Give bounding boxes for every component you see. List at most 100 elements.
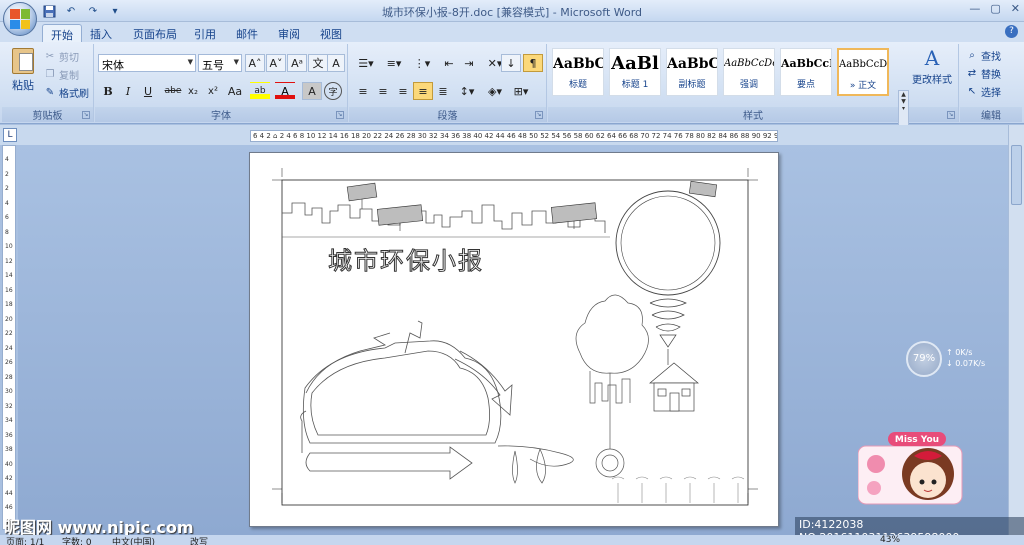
vertical-ruler-tick: 6 bbox=[5, 214, 9, 221]
vertical-ruler-tick: 32 bbox=[5, 402, 13, 410]
align-left-icon[interactable]: ≡ bbox=[353, 82, 373, 100]
scissors-icon: ✂ bbox=[45, 51, 55, 62]
decrease-indent-icon[interactable]: ⇤ bbox=[439, 54, 459, 72]
tab-view[interactable]: 视图 bbox=[312, 24, 350, 42]
style-heading-1[interactable]: AaBl 标题 1 bbox=[609, 48, 661, 96]
bold-button[interactable]: B bbox=[98, 82, 118, 100]
font-launcher[interactable]: ↘ bbox=[336, 111, 344, 119]
increase-indent-icon[interactable]: ⇥ bbox=[459, 54, 479, 72]
minimize-button[interactable]: — bbox=[969, 2, 980, 15]
distributed-icon[interactable]: ≣ bbox=[433, 82, 453, 100]
show-marks-icon[interactable]: ¶ bbox=[523, 54, 543, 72]
clear-format-button[interactable]: Aᵃ bbox=[287, 54, 307, 72]
style-subtitle[interactable]: AaBbC 副标题 bbox=[666, 48, 718, 96]
tab-stop-selector[interactable]: L bbox=[3, 128, 17, 142]
cpu-percent: 79% bbox=[906, 341, 942, 377]
tab-page-layout[interactable]: 页面布局 bbox=[125, 24, 185, 42]
ribbon-tabs: 开始 插入 页面布局 引用 邮件 审阅 视图 bbox=[0, 22, 1024, 42]
find-button[interactable]: ⌕ 查找 bbox=[966, 48, 1001, 63]
copy-label: 复制 bbox=[59, 71, 79, 82]
zoom-level[interactable]: 43% bbox=[880, 535, 900, 545]
window-controls: — ▢ ✕ bbox=[969, 2, 1020, 15]
styles-launcher[interactable]: ↘ bbox=[947, 111, 955, 119]
find-label: 查找 bbox=[981, 52, 1001, 63]
vertical-ruler-tick: 46 bbox=[5, 504, 13, 511]
enclose-char-button[interactable]: 字 bbox=[324, 82, 342, 100]
numbering-icon[interactable]: ≡▾ bbox=[381, 54, 407, 72]
office-button[interactable] bbox=[3, 2, 37, 36]
highlight-button[interactable]: ab bbox=[250, 82, 270, 100]
char-shading-button[interactable]: A bbox=[302, 82, 322, 100]
net-rates: ↑ 0K/s ↓ 0.07K/s bbox=[946, 347, 985, 369]
multilevel-list-icon[interactable]: ⋮▾ bbox=[409, 54, 435, 72]
style-sample: AaBbCcDc bbox=[724, 58, 774, 69]
style-name: 要点 bbox=[796, 80, 815, 90]
newspaper-title: 城市环保小报 bbox=[328, 247, 484, 275]
vertical-ruler-tick: 28 bbox=[5, 373, 13, 381]
paragraph-launcher[interactable]: ↘ bbox=[535, 111, 543, 119]
maximize-button[interactable]: ▢ bbox=[990, 2, 1000, 15]
shrink-font-button[interactable]: A˅ bbox=[266, 54, 286, 72]
document-page[interactable]: 城市环保小报 bbox=[249, 152, 779, 527]
vertical-ruler[interactable]: 4 2 2 4 6 8 10 12 14 16 18 20 22 24 26 28 30 32 34 36 38 40 42… bbox=[2, 145, 16, 530]
strikethrough-button[interactable]: abe bbox=[163, 82, 183, 100]
language-indicator[interactable]: 中文(中国) bbox=[112, 535, 155, 545]
horizontal-ruler[interactable]: 6 4 2 ⌂ 2 4 6 8 10 12 14 16 18 20 22 24 … bbox=[250, 130, 778, 142]
word-count[interactable]: 字数: 0 bbox=[62, 535, 92, 545]
superscript-button[interactable]: x² bbox=[203, 82, 223, 100]
format-painter-button[interactable]: ✎ 格式刷 bbox=[44, 85, 89, 100]
page-count[interactable]: 页面: 1/1 bbox=[6, 535, 44, 545]
select-button[interactable]: ↖ 选择 bbox=[966, 84, 1001, 99]
grow-font-button[interactable]: A˄ bbox=[245, 54, 265, 72]
tab-home[interactable]: 开始 bbox=[42, 24, 82, 42]
subscript-button[interactable]: x₂ bbox=[183, 82, 203, 100]
italic-button[interactable]: I bbox=[118, 82, 138, 100]
change-case-button[interactable]: Aa bbox=[223, 82, 247, 100]
close-button[interactable]: ✕ bbox=[1011, 2, 1020, 15]
style-title[interactable]: AaBbC 标题 bbox=[552, 48, 604, 96]
clipboard-launcher[interactable]: ↘ bbox=[82, 111, 90, 119]
underline-button[interactable]: U bbox=[138, 82, 158, 100]
font-name-combo[interactable]: 宋体 ▼ bbox=[98, 54, 196, 72]
phonetic-guide-button[interactable]: 文 bbox=[308, 54, 328, 72]
style-name: » 正文 bbox=[849, 81, 877, 91]
download-value: 0.07K/s bbox=[955, 359, 986, 368]
style-sample: AaBbC bbox=[553, 56, 603, 72]
tab-insert[interactable]: 插入 bbox=[82, 24, 120, 42]
vertical-scrollbar[interactable] bbox=[1008, 125, 1024, 535]
binoculars-icon: ⌕ bbox=[969, 50, 975, 61]
change-styles-button[interactable]: A 更改样式 bbox=[912, 46, 952, 86]
cut-button[interactable]: ✂ 剪切 bbox=[44, 49, 79, 64]
replace-label: 替换 bbox=[981, 70, 1001, 81]
scrollbar-thumb[interactable] bbox=[1011, 145, 1022, 205]
clipboard-group: 粘贴 ✂ 剪切 ❐ 复制 ✎ 格式刷 剪贴板 ↘ bbox=[2, 44, 94, 122]
status-bar: 页面: 1/1 字数: 0 中文(中国) 改写 43% bbox=[0, 535, 1024, 545]
line-spacing-icon[interactable]: ↕▾ bbox=[455, 82, 479, 100]
char-border-button[interactable]: A bbox=[327, 54, 345, 72]
replace-button[interactable]: ⇄ 替换 bbox=[966, 66, 1001, 81]
help-icon[interactable]: ? bbox=[1005, 25, 1018, 38]
borders-icon[interactable]: ⊞▾ bbox=[509, 82, 533, 100]
align-right-icon[interactable]: ≡ bbox=[393, 82, 413, 100]
style-strong[interactable]: AaBbCcD 要点 bbox=[780, 48, 832, 96]
align-center-icon[interactable]: ≡ bbox=[373, 82, 393, 100]
font-group: 宋体 ▼ 五号 ▼ A˄ A˅ Aᵃ 文 A B I U abe x₂ x² Aa … bbox=[95, 44, 348, 122]
style-emphasis[interactable]: AaBbCcDc 强调 bbox=[723, 48, 775, 96]
chevron-down-icon: ▼ bbox=[233, 58, 239, 66]
overtype-indicator[interactable]: 改写 bbox=[190, 535, 208, 545]
style-normal[interactable]: AaBbCcDc » 正文 bbox=[837, 48, 889, 96]
tab-review[interactable]: 审阅 bbox=[270, 24, 308, 42]
paste-button[interactable]: 粘贴 bbox=[8, 48, 38, 93]
editing-group-label: 编辑 bbox=[960, 107, 1022, 122]
vertical-ruler-tick: 18 bbox=[5, 301, 13, 308]
tab-mailings[interactable]: 邮件 bbox=[228, 24, 266, 42]
network-speed-widget[interactable]: 79% ↑ 0K/s ↓ 0.07K/s bbox=[906, 341, 1006, 377]
tab-references[interactable]: 引用 bbox=[186, 24, 224, 42]
copy-button[interactable]: ❐ 复制 bbox=[44, 67, 79, 82]
justify-icon[interactable]: ≡ bbox=[413, 82, 433, 100]
font-size-combo[interactable]: 五号 ▼ bbox=[198, 54, 242, 72]
bullets-icon[interactable]: ☰▾ bbox=[353, 54, 379, 72]
shading-icon[interactable]: ◈▾ bbox=[483, 82, 507, 100]
font-color-button[interactable]: A bbox=[275, 82, 295, 100]
sort-icon[interactable]: ↓ bbox=[501, 54, 521, 72]
